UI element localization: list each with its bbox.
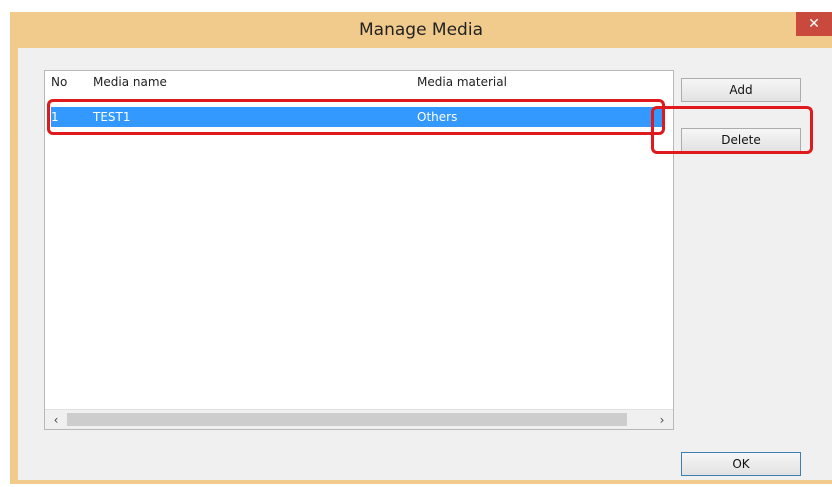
horizontal-scrollbar[interactable]: ‹ › — [45, 409, 673, 429]
scroll-left-icon[interactable]: ‹ — [47, 412, 65, 428]
ok-button[interactable]: OK — [681, 452, 801, 476]
add-button[interactable]: Add — [681, 78, 801, 102]
close-button[interactable]: ✕ — [796, 12, 832, 36]
media-list[interactable]: No Media name Media material 1 TEST1 Oth… — [44, 70, 674, 430]
scroll-thumb[interactable] — [67, 413, 627, 426]
list-header: No Media name Media material — [45, 71, 673, 91]
close-icon: ✕ — [808, 16, 820, 32]
column-header-media-name[interactable]: Media name — [93, 73, 167, 91]
scroll-right-icon[interactable]: › — [653, 412, 671, 428]
title-bar[interactable]: Manage Media ✕ — [10, 12, 832, 48]
column-header-no[interactable]: No — [51, 73, 67, 91]
manage-media-window: Manage Media ✕ No Media name Media mater… — [10, 12, 832, 484]
column-header-media-material[interactable]: Media material — [417, 73, 507, 91]
delete-highlight-annotation — [651, 106, 813, 154]
row-highlight-annotation — [47, 99, 665, 135]
window-title: Manage Media — [359, 20, 483, 40]
